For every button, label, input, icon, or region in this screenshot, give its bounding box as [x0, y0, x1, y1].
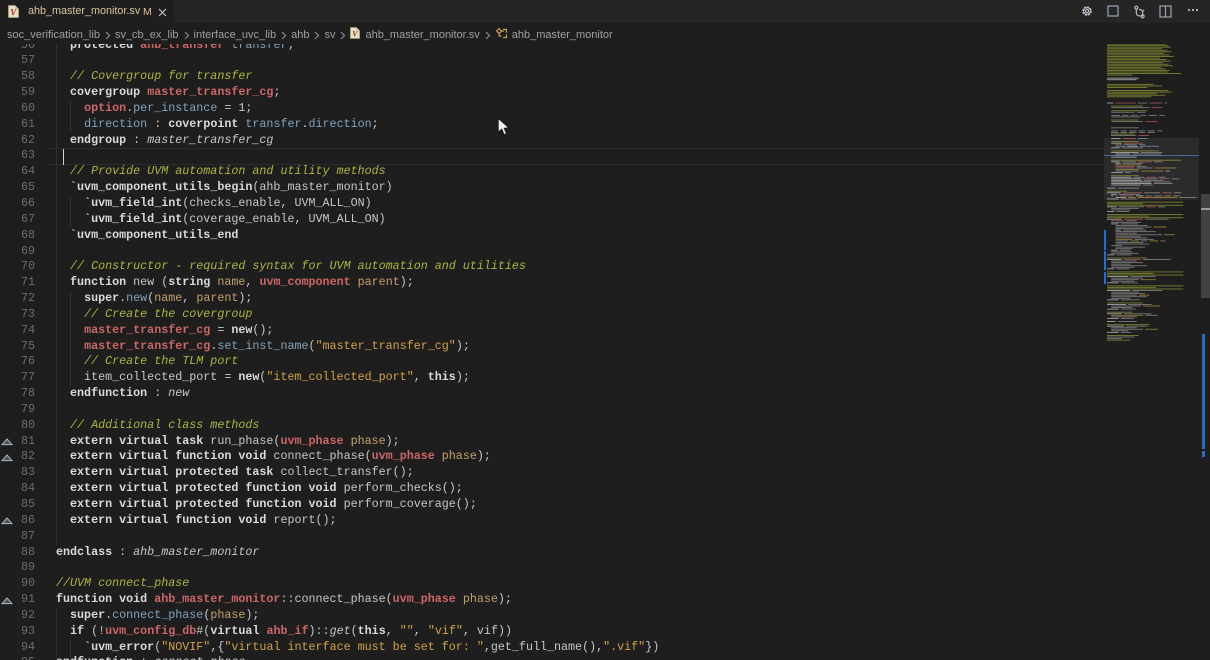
svg-text:V: V — [10, 7, 17, 17]
svg-text:V: V — [353, 29, 359, 38]
